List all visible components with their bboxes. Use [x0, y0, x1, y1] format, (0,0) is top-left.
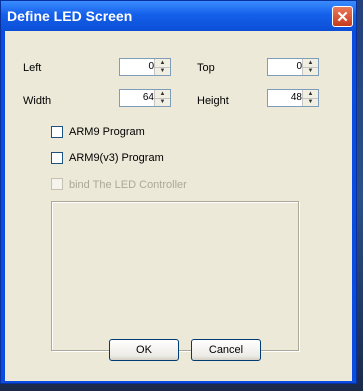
top-label: Top: [197, 62, 215, 74]
title-bar[interactable]: Define LED Screen ✕: [1, 1, 356, 31]
empty-group-box: [51, 201, 299, 351]
width-label: Width: [23, 95, 52, 107]
dialog-client-area: Left 0 ▲ ▼ Top 0 ▲ ▼ Width 64 ▲ ▼ Height…: [5, 31, 352, 381]
down-arrow-icon[interactable]: ▼: [303, 98, 318, 106]
bind-led-controller-checkbox[interactable]: [51, 178, 63, 190]
width-spin-arrows[interactable]: ▲ ▼: [154, 90, 170, 106]
width-spinbox[interactable]: 64 ▲ ▼: [119, 89, 171, 107]
arm9v3-program-checkbox[interactable]: [51, 152, 63, 164]
close-icon: ✕: [336, 8, 349, 26]
down-arrow-icon[interactable]: ▼: [155, 98, 170, 106]
close-button[interactable]: ✕: [332, 6, 353, 27]
height-spinbox[interactable]: 48 ▲ ▼: [267, 89, 319, 107]
down-arrow-icon[interactable]: ▼: [303, 67, 318, 75]
window-title: Define LED Screen: [7, 8, 133, 24]
height-label: Height: [197, 95, 229, 107]
width-value[interactable]: 64: [143, 92, 154, 103]
down-arrow-icon[interactable]: ▼: [155, 67, 170, 75]
arm9-program-label[interactable]: ARM9 Program: [69, 126, 145, 138]
bind-led-controller-label: bind The LED Controller: [69, 179, 187, 191]
ok-button[interactable]: OK: [109, 339, 179, 361]
left-spinbox[interactable]: 0 ▲ ▼: [119, 58, 171, 76]
left-spin-arrows[interactable]: ▲ ▼: [154, 59, 170, 75]
top-spinbox[interactable]: 0 ▲ ▼: [267, 58, 319, 76]
define-led-screen-dialog: Define LED Screen ✕ Left 0 ▲ ▼ Top 0 ▲ ▼…: [0, 0, 357, 384]
arm9v3-program-label[interactable]: ARM9(v3) Program: [69, 152, 164, 164]
arm9-program-checkbox[interactable]: [51, 126, 63, 138]
left-label: Left: [23, 62, 42, 74]
height-spin-arrows[interactable]: ▲ ▼: [302, 90, 318, 106]
cancel-button[interactable]: Cancel: [191, 339, 261, 361]
top-spin-arrows[interactable]: ▲ ▼: [302, 59, 318, 75]
height-value[interactable]: 48: [291, 92, 302, 103]
